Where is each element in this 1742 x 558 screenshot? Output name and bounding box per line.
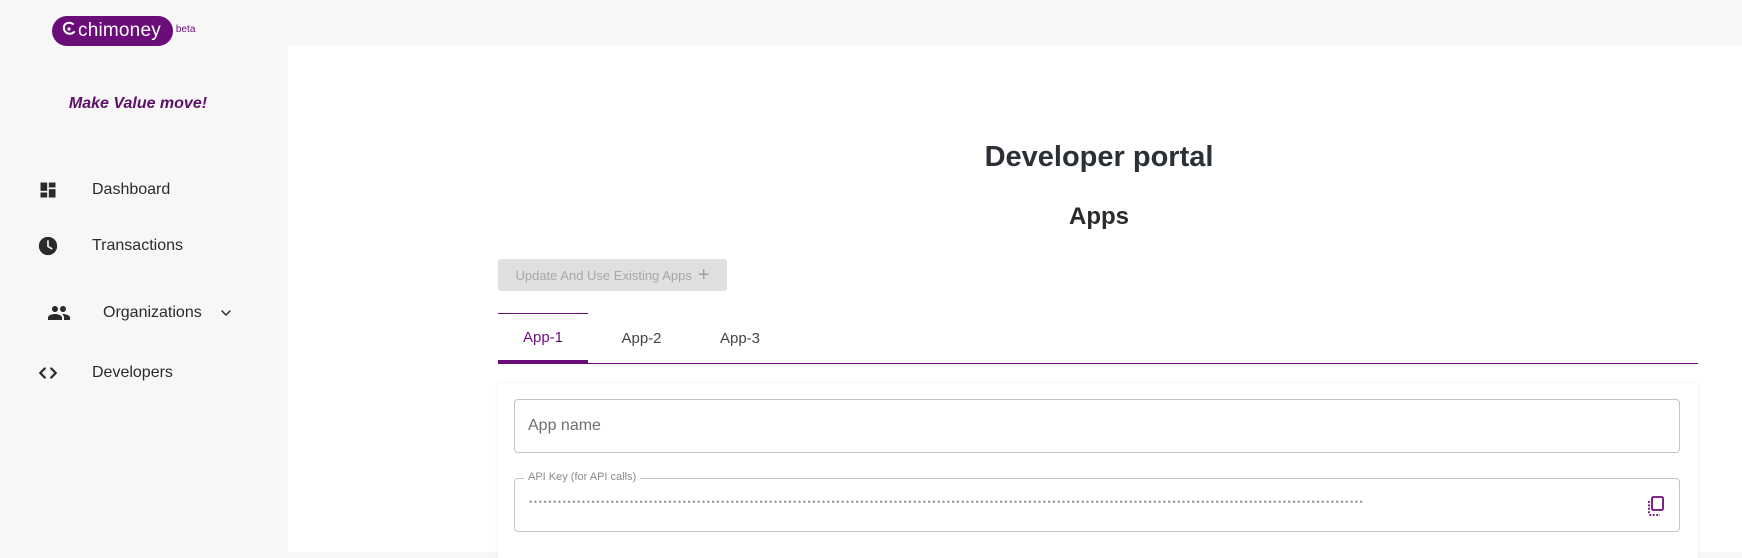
- code-icon: [36, 361, 60, 385]
- beta-badge: beta: [175, 24, 196, 35]
- api-key-input[interactable]: [528, 493, 1528, 513]
- app-form: API Key (for API calls): [498, 383, 1698, 558]
- tab-app-2[interactable]: App-2: [588, 313, 695, 363]
- sidebar: chimoney beta Make Value move! Dashboard…: [0, 0, 288, 552]
- main-content: Developer portal Apps Update And Use Exi…: [288, 45, 1742, 558]
- api-key-label: API Key (for API calls): [524, 471, 641, 483]
- people-icon: [47, 301, 71, 325]
- tab-app-3[interactable]: App-3: [695, 313, 785, 363]
- brand-tagline: Make Value move!: [68, 95, 208, 112]
- chimoney-logo-icon: [62, 21, 76, 42]
- sidebar-item-organizations[interactable]: Organizations: [47, 297, 234, 329]
- dashboard-icon: [36, 178, 60, 202]
- plus-icon: +: [697, 264, 710, 286]
- sidebar-item-transactions[interactable]: Transactions: [36, 230, 183, 262]
- sidebar-item-label: Organizations: [103, 304, 202, 321]
- sidebar-item-dashboard[interactable]: Dashboard: [36, 174, 170, 206]
- sidebar-item-label: Dashboard: [92, 181, 171, 198]
- sidebar-item-label: Developers: [92, 364, 173, 381]
- page-title: Developer portal: [984, 141, 1214, 173]
- brand-name: chimoney: [78, 20, 161, 41]
- brand-logo[interactable]: chimoney beta: [52, 16, 195, 46]
- chevron-down-icon[interactable]: [218, 305, 234, 321]
- update-existing-apps-label: Update And Use Existing Apps: [515, 267, 692, 283]
- logo-pill: chimoney: [52, 16, 173, 46]
- clock-icon: [36, 234, 60, 258]
- sidebar-item-label: Transactions: [92, 237, 183, 254]
- sidebar-item-developers[interactable]: Developers: [36, 357, 173, 389]
- app-name-field: [514, 399, 1680, 453]
- tab-app-1[interactable]: App-1: [498, 313, 588, 363]
- api-key-field: API Key (for API calls): [514, 471, 1680, 532]
- copy-icon[interactable]: [1645, 495, 1667, 517]
- app-name-input[interactable]: [528, 400, 1658, 452]
- app-tabs: App-1 App-2 App-3: [498, 313, 1698, 364]
- update-existing-apps-button[interactable]: Update And Use Existing Apps +: [498, 259, 727, 291]
- section-title: Apps: [1069, 203, 1129, 230]
